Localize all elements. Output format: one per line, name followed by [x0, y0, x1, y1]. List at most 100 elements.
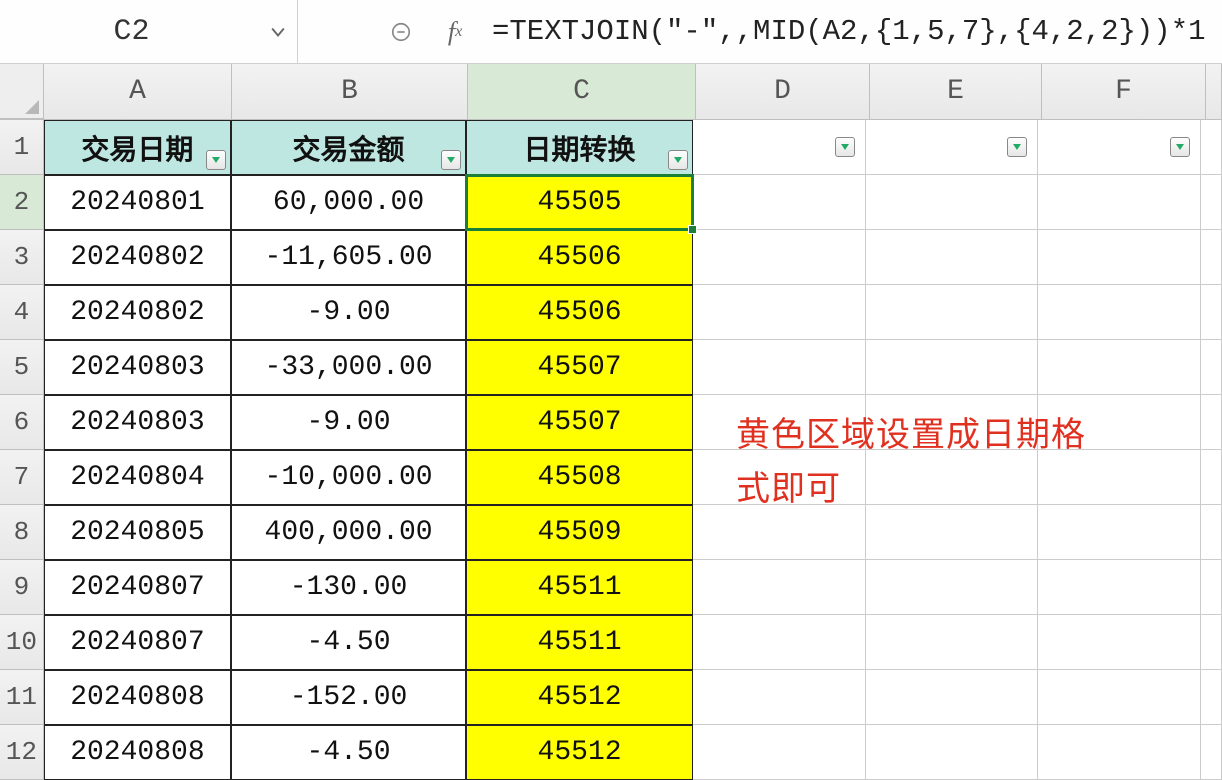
cell[interactable]: 60,000.00 — [231, 175, 466, 230]
row-header[interactable]: 5 — [0, 340, 44, 395]
cell[interactable] — [1201, 450, 1222, 505]
cell[interactable]: -9.00 — [231, 395, 466, 450]
cell[interactable] — [1201, 175, 1222, 230]
cell[interactable]: -9.00 — [231, 285, 466, 340]
col-header-g[interactable] — [1206, 64, 1222, 119]
col-header-e[interactable]: E — [870, 64, 1042, 119]
cell[interactable] — [1038, 340, 1201, 395]
cell[interactable] — [1201, 395, 1222, 450]
cell[interactable]: -33,000.00 — [231, 340, 466, 395]
cell[interactable] — [866, 340, 1037, 395]
cell[interactable] — [1201, 725, 1222, 780]
filter-icon[interactable] — [1170, 137, 1190, 157]
cell[interactable] — [866, 560, 1037, 615]
cell[interactable]: 20240803 — [44, 395, 231, 450]
cell[interactable]: 45512 — [466, 670, 693, 725]
cell[interactable]: 20240802 — [44, 230, 231, 285]
cell[interactable]: 20240802 — [44, 285, 231, 340]
cell[interactable]: -4.50 — [231, 725, 466, 780]
col-header-c[interactable]: C — [468, 64, 696, 119]
cell[interactable] — [1038, 285, 1201, 340]
cell[interactable]: 400,000.00 — [231, 505, 466, 560]
cell[interactable] — [693, 670, 866, 725]
cancel-icon[interactable] — [388, 19, 414, 45]
cell[interactable]: 20240808 — [44, 670, 231, 725]
row-header[interactable]: 9 — [0, 560, 44, 615]
cell[interactable] — [1201, 340, 1222, 395]
selection-handle[interactable] — [688, 225, 697, 234]
cell[interactable] — [1038, 725, 1201, 780]
cell[interactable] — [693, 230, 866, 285]
cell[interactable] — [866, 725, 1037, 780]
cell[interactable]: -152.00 — [231, 670, 466, 725]
filter-icon[interactable] — [668, 150, 688, 170]
cell[interactable] — [693, 615, 866, 670]
cell[interactable] — [1038, 230, 1201, 285]
cell[interactable] — [1201, 230, 1222, 285]
cell[interactable] — [693, 340, 866, 395]
filter-icon[interactable] — [206, 150, 226, 170]
header-cell-b[interactable]: 交易金额 — [231, 120, 466, 175]
cell[interactable] — [1038, 670, 1201, 725]
row-header[interactable]: 11 — [0, 670, 44, 725]
cell-d1[interactable] — [693, 120, 866, 175]
row-header[interactable]: 12 — [0, 725, 44, 780]
header-cell-c[interactable]: 日期转换 — [466, 120, 693, 175]
cell[interactable]: 45509 — [466, 505, 693, 560]
cell[interactable]: -11,605.00 — [231, 230, 466, 285]
col-header-f[interactable]: F — [1042, 64, 1206, 119]
select-all-corner[interactable] — [0, 64, 44, 119]
cell-g1[interactable] — [1201, 120, 1222, 175]
cell[interactable] — [1038, 560, 1201, 615]
cell[interactable] — [1038, 615, 1201, 670]
col-header-b[interactable]: B — [232, 64, 468, 119]
cell[interactable] — [866, 670, 1037, 725]
cell[interactable] — [866, 230, 1037, 285]
cell[interactable] — [866, 175, 1037, 230]
cell[interactable] — [1201, 670, 1222, 725]
filter-icon[interactable] — [441, 150, 461, 170]
cell[interactable]: -4.50 — [231, 615, 466, 670]
cell[interactable] — [866, 285, 1037, 340]
row-header-1[interactable]: 1 — [0, 120, 44, 175]
cell[interactable]: 45506 — [466, 230, 693, 285]
name-box[interactable]: C2 — [0, 15, 263, 49]
cell[interactable] — [1038, 175, 1201, 230]
row-header[interactable]: 3 — [0, 230, 44, 285]
cell[interactable]: 45506 — [466, 285, 693, 340]
cell[interactable]: -10,000.00 — [231, 450, 466, 505]
row-header[interactable]: 2 — [0, 175, 44, 230]
cell[interactable] — [693, 560, 866, 615]
cell[interactable]: 20240801 — [44, 175, 231, 230]
cell[interactable] — [693, 175, 866, 230]
row-header[interactable]: 8 — [0, 505, 44, 560]
cell[interactable] — [1201, 615, 1222, 670]
cell[interactable] — [1201, 560, 1222, 615]
row-header[interactable]: 7 — [0, 450, 44, 505]
cell[interactable]: 45508 — [466, 450, 693, 505]
cell[interactable] — [1201, 505, 1222, 560]
row-header[interactable]: 6 — [0, 395, 44, 450]
cell[interactable]: 20240805 — [44, 505, 231, 560]
cell[interactable]: 45512 — [466, 725, 693, 780]
col-header-d[interactable]: D — [696, 64, 870, 119]
cell[interactable]: 45505 — [466, 175, 693, 230]
cell[interactable] — [1201, 285, 1222, 340]
cell[interactable] — [866, 615, 1037, 670]
cell[interactable]: 45511 — [466, 560, 693, 615]
cell[interactable]: 20240803 — [44, 340, 231, 395]
cell[interactable]: 45507 — [466, 340, 693, 395]
cell[interactable]: 20240807 — [44, 615, 231, 670]
cell-f1[interactable] — [1038, 120, 1201, 175]
cell[interactable]: 45507 — [466, 395, 693, 450]
cell[interactable]: 20240808 — [44, 725, 231, 780]
col-header-a[interactable]: A — [44, 64, 232, 119]
cell[interactable]: 20240807 — [44, 560, 231, 615]
cell[interactable]: 20240804 — [44, 450, 231, 505]
row-header[interactable]: 4 — [0, 285, 44, 340]
row-header[interactable]: 10 — [0, 615, 44, 670]
filter-icon[interactable] — [1007, 137, 1027, 157]
cell-e1[interactable] — [866, 120, 1037, 175]
cell[interactable] — [693, 285, 866, 340]
chevron-down-icon[interactable] — [271, 25, 285, 39]
